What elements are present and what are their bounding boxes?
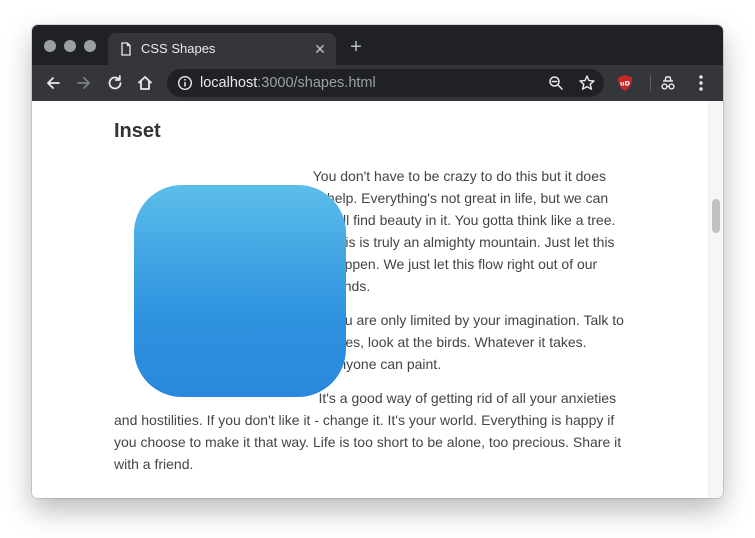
browser-window: CSS Shapes ✕ + localhost:3000/shapes.htm… <box>32 25 723 498</box>
tab-css-shapes[interactable]: CSS Shapes ✕ <box>108 33 336 65</box>
maximize-window-button[interactable] <box>84 40 96 52</box>
svg-text:uD: uD <box>620 80 631 88</box>
info-icon[interactable] <box>177 75 193 91</box>
rounded-square-shape <box>134 185 346 397</box>
tab-strip: CSS Shapes ✕ + <box>32 25 723 65</box>
page-content: Inset You don't have to be crazy to do t… <box>114 119 625 487</box>
tab-title: CSS Shapes <box>141 41 216 56</box>
more-menu-icon[interactable] <box>693 73 709 93</box>
forward-arrow-icon[interactable] <box>74 73 94 93</box>
page-viewport[interactable]: Inset You don't have to be crazy to do t… <box>32 101 723 498</box>
zoom-out-icon[interactable] <box>548 75 564 91</box>
new-tab-button[interactable]: + <box>346 37 366 57</box>
url-path: :3000/shapes.html <box>257 75 376 91</box>
inset-shape-float <box>114 175 374 415</box>
address-bar[interactable]: localhost:3000/shapes.html <box>167 69 604 97</box>
url-text[interactable]: localhost:3000/shapes.html <box>200 75 376 91</box>
scrollbar-thumb[interactable] <box>712 199 720 233</box>
home-icon[interactable] <box>135 73 155 93</box>
close-window-button[interactable] <box>44 40 56 52</box>
page-title: Inset <box>114 120 161 142</box>
browser-toolbar: localhost:3000/shapes.html uD <box>32 65 723 101</box>
document-icon <box>121 42 131 56</box>
vertical-scrollbar[interactable] <box>708 101 723 498</box>
window-controls <box>44 40 96 52</box>
bookmark-star-icon[interactable] <box>578 74 596 92</box>
toolbar-separator <box>650 75 651 91</box>
incognito-extension-icon[interactable] <box>659 74 677 92</box>
back-arrow-icon[interactable] <box>43 73 63 93</box>
reload-icon[interactable] <box>105 73 125 93</box>
ublock-extension-icon[interactable]: uD <box>617 74 633 92</box>
minimize-window-button[interactable] <box>64 40 76 52</box>
url-host: localhost <box>200 75 258 91</box>
close-tab-icon[interactable]: ✕ <box>312 41 328 57</box>
